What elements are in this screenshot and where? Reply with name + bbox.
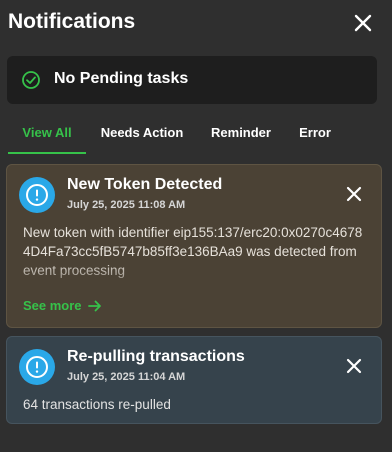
notification-title: New Token Detected [67,176,223,193]
pending-tasks-label: No Pending tasks [54,70,189,87]
notification-card: Re-pulling transactions July 25, 2025 11… [6,336,382,424]
check-circle-icon [21,70,41,90]
tab-reminder[interactable]: Reminder [206,118,276,154]
message-fade-overlay [23,261,367,281]
page-title: Notifications [8,10,136,33]
notification-card: New Token Detected July 25, 2025 11:08 A… [6,164,382,328]
dismiss-notification-icon[interactable] [345,185,363,203]
info-icon [19,349,55,385]
see-more-label: See more [23,298,82,313]
dismiss-notification-icon[interactable] [345,357,363,375]
close-icon[interactable] [352,12,374,34]
tab-needs-action[interactable]: Needs Action [96,118,188,154]
notification-tabs: View All Needs Action Reminder Error [8,118,384,156]
info-icon [19,177,55,213]
header: Notifications [0,0,392,46]
arrow-right-icon [87,300,101,312]
notification-message: 64 transactions re-pulled [23,397,171,412]
notification-timestamp: July 25, 2025 11:04 AM [67,371,186,383]
notification-title: Re-pulling transactions [67,348,245,365]
see-more-link[interactable]: See more [23,298,102,313]
notification-timestamp: July 25, 2025 11:08 AM [67,199,186,211]
pending-tasks-banner: No Pending tasks [7,56,377,104]
tab-view-all[interactable]: View All [8,118,86,154]
active-tab-indicator [8,152,86,154]
tab-error[interactable]: Error [295,118,335,154]
